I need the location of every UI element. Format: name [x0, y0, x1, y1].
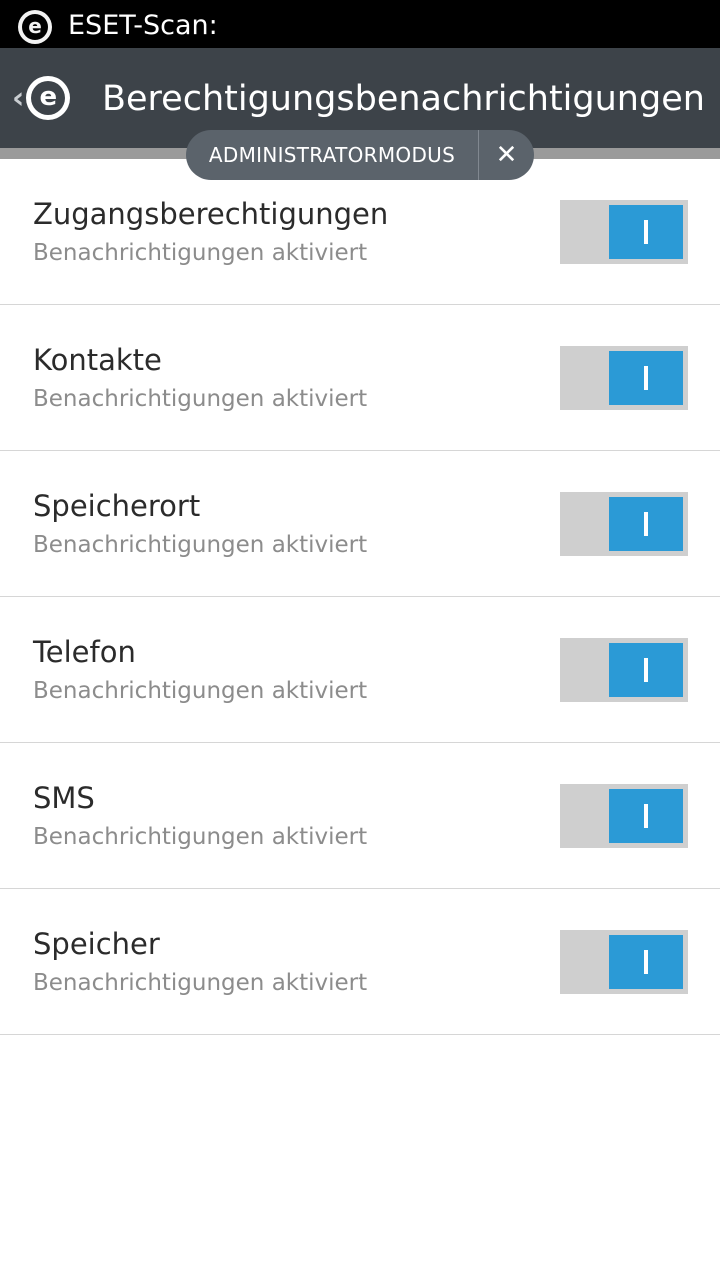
permission-title: Speicherort — [33, 489, 201, 523]
list-item[interactable]: Speicher Benachrichtigungen aktiviert — [0, 889, 720, 1035]
eset-notification-icon: e — [18, 10, 52, 44]
permission-status: Benachrichtigungen aktiviert — [33, 970, 368, 996]
toggle-thumb — [609, 497, 683, 551]
toggle-on-icon — [644, 950, 648, 974]
permission-status: Benachrichtigungen aktiviert — [33, 678, 368, 704]
permission-status: Benachrichtigungen aktiviert — [33, 240, 368, 266]
toggle-thumb — [609, 935, 683, 989]
permission-toggle[interactable] — [560, 930, 688, 994]
list-item[interactable]: Speicherort Benachrichtigungen aktiviert — [0, 451, 720, 597]
toggle-on-icon — [644, 804, 648, 828]
notification-title: ESET-Scan: — [68, 10, 218, 41]
list-item[interactable]: SMS Benachrichtigungen aktiviert — [0, 743, 720, 889]
toggle-thumb — [609, 643, 683, 697]
toggle-on-icon — [644, 658, 648, 682]
admin-mode-banner: ADMINISTRATORMODUS ✕ — [186, 130, 534, 180]
permission-status: Benachrichtigungen aktiviert — [33, 386, 368, 412]
toggle-on-icon — [644, 220, 648, 244]
toggle-thumb — [609, 205, 683, 259]
permission-title: Zugangsberechtigungen — [33, 197, 389, 231]
list-item[interactable]: Telefon Benachrichtigungen aktiviert — [0, 597, 720, 743]
close-icon[interactable]: ✕ — [479, 130, 534, 180]
permission-title: Kontakte — [33, 343, 162, 377]
toggle-thumb — [609, 789, 683, 843]
permission-title: Speicher — [33, 927, 160, 961]
permission-list: Zugangsberechtigungen Benachrichtigungen… — [0, 159, 720, 1035]
status-bar: e ESET-Scan: — [0, 0, 720, 48]
list-item[interactable]: Zugangsberechtigungen Benachrichtigungen… — [0, 159, 720, 305]
permission-toggle[interactable] — [560, 492, 688, 556]
permission-status: Benachrichtigungen aktiviert — [33, 532, 368, 558]
permission-toggle[interactable] — [560, 784, 688, 848]
page-title: Berechtigungsbenachrichtigungen — [102, 79, 705, 119]
back-button[interactable]: ‹ e — [12, 72, 92, 124]
permission-toggle[interactable] — [560, 200, 688, 264]
permission-title: Telefon — [33, 635, 136, 669]
chevron-left-icon: ‹ — [12, 80, 25, 116]
toggle-on-icon — [644, 512, 648, 536]
list-item[interactable]: Kontakte Benachrichtigungen aktiviert — [0, 305, 720, 451]
eset-logo-icon: e — [26, 76, 71, 120]
permission-title: SMS — [33, 781, 95, 815]
permission-status: Benachrichtigungen aktiviert — [33, 824, 368, 850]
toggle-on-icon — [644, 366, 648, 390]
permission-toggle[interactable] — [560, 346, 688, 410]
permission-toggle[interactable] — [560, 638, 688, 702]
toggle-thumb — [609, 351, 683, 405]
admin-mode-label[interactable]: ADMINISTRATORMODUS — [186, 143, 478, 167]
